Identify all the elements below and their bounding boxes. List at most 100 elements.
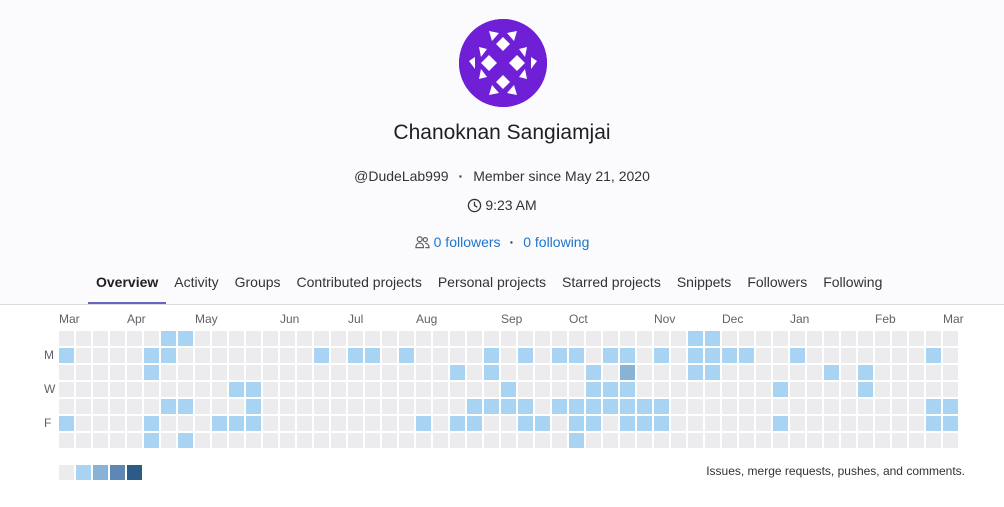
contribution-day-cell[interactable]	[416, 433, 431, 448]
contribution-day-cell[interactable]	[518, 399, 533, 414]
contribution-day-cell[interactable]	[773, 365, 788, 380]
tab-personal-projects[interactable]: Personal projects	[430, 264, 554, 304]
contribution-day-cell[interactable]	[824, 399, 839, 414]
contribution-day-cell[interactable]	[433, 382, 448, 397]
contribution-day-cell[interactable]	[535, 365, 550, 380]
contribution-day-cell[interactable]	[654, 365, 669, 380]
contribution-day-cell[interactable]	[671, 382, 686, 397]
contribution-day-cell[interactable]	[416, 382, 431, 397]
contribution-day-cell[interactable]	[501, 433, 516, 448]
contribution-day-cell[interactable]	[178, 365, 193, 380]
contribution-day-cell[interactable]	[569, 365, 584, 380]
contribution-day-cell[interactable]	[654, 399, 669, 414]
contribution-day-cell[interactable]	[263, 365, 278, 380]
contribution-day-cell[interactable]	[569, 382, 584, 397]
contribution-day-cell[interactable]	[93, 416, 108, 431]
contribution-day-cell[interactable]	[484, 399, 499, 414]
tab-activity[interactable]: Activity	[166, 264, 226, 304]
contribution-day-cell[interactable]	[739, 416, 754, 431]
contribution-day-cell[interactable]	[212, 331, 227, 346]
contribution-day-cell[interactable]	[399, 331, 414, 346]
contribution-day-cell[interactable]	[365, 331, 380, 346]
tab-contributed-projects[interactable]: Contributed projects	[289, 264, 430, 304]
tab-following[interactable]: Following	[815, 264, 890, 304]
contribution-day-cell[interactable]	[263, 382, 278, 397]
contribution-day-cell[interactable]	[195, 399, 210, 414]
contribution-day-cell[interactable]	[722, 348, 737, 363]
contribution-day-cell[interactable]	[773, 416, 788, 431]
contribution-day-cell[interactable]	[161, 382, 176, 397]
contribution-day-cell[interactable]	[195, 433, 210, 448]
contribution-day-cell[interactable]	[790, 382, 805, 397]
contribution-day-cell[interactable]	[705, 331, 720, 346]
contribution-day-cell[interactable]	[892, 382, 907, 397]
contribution-day-cell[interactable]	[688, 416, 703, 431]
contribution-day-cell[interactable]	[348, 331, 363, 346]
contribution-day-cell[interactable]	[552, 433, 567, 448]
contribution-day-cell[interactable]	[399, 433, 414, 448]
contribution-day-cell[interactable]	[807, 382, 822, 397]
contribution-day-cell[interactable]	[229, 365, 244, 380]
contribution-day-cell[interactable]	[297, 433, 312, 448]
contribution-day-cell[interactable]	[195, 382, 210, 397]
contribution-day-cell[interactable]	[467, 348, 482, 363]
contribution-day-cell[interactable]	[586, 365, 601, 380]
contribution-day-cell[interactable]	[807, 365, 822, 380]
tab-overview[interactable]: Overview	[88, 264, 167, 304]
contribution-day-cell[interactable]	[518, 416, 533, 431]
contribution-day-cell[interactable]	[348, 348, 363, 363]
contribution-day-cell[interactable]	[790, 365, 805, 380]
contribution-day-cell[interactable]	[603, 433, 618, 448]
contribution-day-cell[interactable]	[688, 348, 703, 363]
contribution-day-cell[interactable]	[246, 382, 261, 397]
contribution-day-cell[interactable]	[76, 399, 91, 414]
contribution-day-cell[interactable]	[484, 348, 499, 363]
contribution-day-cell[interactable]	[212, 382, 227, 397]
contribution-day-cell[interactable]	[722, 416, 737, 431]
contribution-day-cell[interactable]	[382, 331, 397, 346]
contribution-day-cell[interactable]	[365, 416, 380, 431]
contribution-day-cell[interactable]	[603, 331, 618, 346]
contribution-day-cell[interactable]	[841, 331, 856, 346]
contribution-day-cell[interactable]	[637, 416, 652, 431]
contribution-day-cell[interactable]	[450, 416, 465, 431]
contribution-day-cell[interactable]	[773, 348, 788, 363]
contribution-day-cell[interactable]	[501, 331, 516, 346]
contribution-day-cell[interactable]	[756, 331, 771, 346]
contribution-day-cell[interactable]	[450, 382, 465, 397]
contribution-day-cell[interactable]	[93, 331, 108, 346]
contribution-day-cell[interactable]	[569, 399, 584, 414]
contribution-day-cell[interactable]	[722, 331, 737, 346]
contribution-day-cell[interactable]	[909, 365, 924, 380]
contribution-day-cell[interactable]	[909, 331, 924, 346]
contribution-day-cell[interactable]	[246, 331, 261, 346]
contribution-day-cell[interactable]	[569, 348, 584, 363]
contribution-day-cell[interactable]	[756, 348, 771, 363]
contribution-day-cell[interactable]	[756, 399, 771, 414]
contribution-day-cell[interactable]	[909, 382, 924, 397]
contribution-day-cell[interactable]	[705, 382, 720, 397]
contribution-day-cell[interactable]	[178, 348, 193, 363]
contribution-day-cell[interactable]	[433, 416, 448, 431]
contribution-day-cell[interactable]	[620, 365, 635, 380]
contribution-day-cell[interactable]	[76, 382, 91, 397]
contribution-day-cell[interactable]	[314, 399, 329, 414]
followers-link[interactable]: 0 followers	[434, 234, 501, 250]
contribution-day-cell[interactable]	[331, 399, 346, 414]
contribution-day-cell[interactable]	[722, 382, 737, 397]
contribution-day-cell[interactable]	[178, 331, 193, 346]
contribution-day-cell[interactable]	[178, 382, 193, 397]
contribution-day-cell[interactable]	[535, 382, 550, 397]
contribution-day-cell[interactable]	[246, 399, 261, 414]
contribution-day-cell[interactable]	[297, 331, 312, 346]
contribution-day-cell[interactable]	[297, 348, 312, 363]
contribution-day-cell[interactable]	[756, 365, 771, 380]
contribution-day-cell[interactable]	[314, 382, 329, 397]
contribution-day-cell[interactable]	[620, 416, 635, 431]
contribution-day-cell[interactable]	[450, 348, 465, 363]
contribution-day-cell[interactable]	[841, 399, 856, 414]
contribution-day-cell[interactable]	[229, 399, 244, 414]
contribution-day-cell[interactable]	[756, 382, 771, 397]
contribution-day-cell[interactable]	[756, 433, 771, 448]
contribution-day-cell[interactable]	[212, 348, 227, 363]
